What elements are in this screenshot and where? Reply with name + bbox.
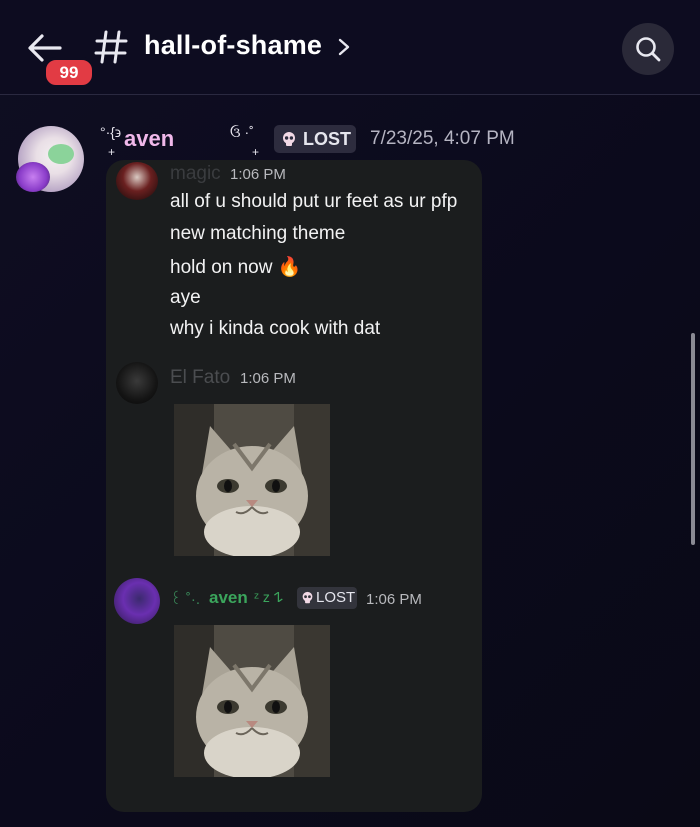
author-name-elfato[interactable]: El Fato xyxy=(170,367,230,389)
skull-icon xyxy=(283,132,295,146)
role-tag-label: LOST xyxy=(316,589,356,606)
time-magic: 1:06 PM xyxy=(230,166,286,183)
message-line: why i kinda cook with dat xyxy=(170,318,381,339)
message-timestamp: 7/23/25, 4:07 PM xyxy=(370,128,515,149)
author-decoration-left: °·{϶ xyxy=(100,124,122,140)
time-elfato: 1:06 PM xyxy=(240,370,296,387)
author-decoration-left-sub: + xyxy=(108,145,116,159)
role-tag-aven[interactable]: LOST xyxy=(297,587,357,609)
attachment-image[interactable] xyxy=(174,625,330,777)
avatar-decoration xyxy=(16,162,50,192)
message-line: hold on now 🔥 xyxy=(170,257,302,278)
channel-header: 99 hall-of-shame xyxy=(0,0,700,95)
message-line: new matching theme xyxy=(170,223,346,244)
author-name-aven[interactable]: aven xyxy=(209,588,248,608)
search-button[interactable] xyxy=(622,23,674,75)
author-name[interactable]: aven xyxy=(124,126,174,152)
avatar-magic[interactable] xyxy=(116,162,158,200)
unread-badge: 99 xyxy=(43,57,95,88)
avatar[interactable] xyxy=(16,126,84,192)
attachment-image[interactable] xyxy=(174,404,330,556)
author-name-magic[interactable]: magic xyxy=(170,163,221,185)
role-tag-label: LOST xyxy=(303,129,351,149)
time-aven: 1:06 PM xyxy=(366,591,422,608)
author-suffix-aven: ᶻ z 𐰁 xyxy=(254,589,283,605)
channel-name[interactable]: hall-of-shame xyxy=(144,30,322,61)
scrollbar[interactable] xyxy=(691,333,695,545)
skull-icon xyxy=(302,591,313,604)
avatar-bird xyxy=(48,144,74,164)
chevron-right-icon[interactable] xyxy=(336,37,352,57)
author-prefix-aven: ꒰ ˚·. xyxy=(170,591,201,608)
search-icon xyxy=(636,37,661,62)
author-decoration-right-sub: + xyxy=(252,145,260,159)
avatar-elfato[interactable] xyxy=(116,362,158,404)
hash-icon xyxy=(94,29,128,65)
message-line: aye xyxy=(170,287,201,308)
avatar-aven[interactable] xyxy=(114,578,160,624)
role-tag[interactable]: LOST xyxy=(274,125,356,153)
message-line: all of u should put ur feet as ur pfp xyxy=(170,191,458,212)
author-decoration-right: ઉ ·˚ xyxy=(230,124,254,140)
